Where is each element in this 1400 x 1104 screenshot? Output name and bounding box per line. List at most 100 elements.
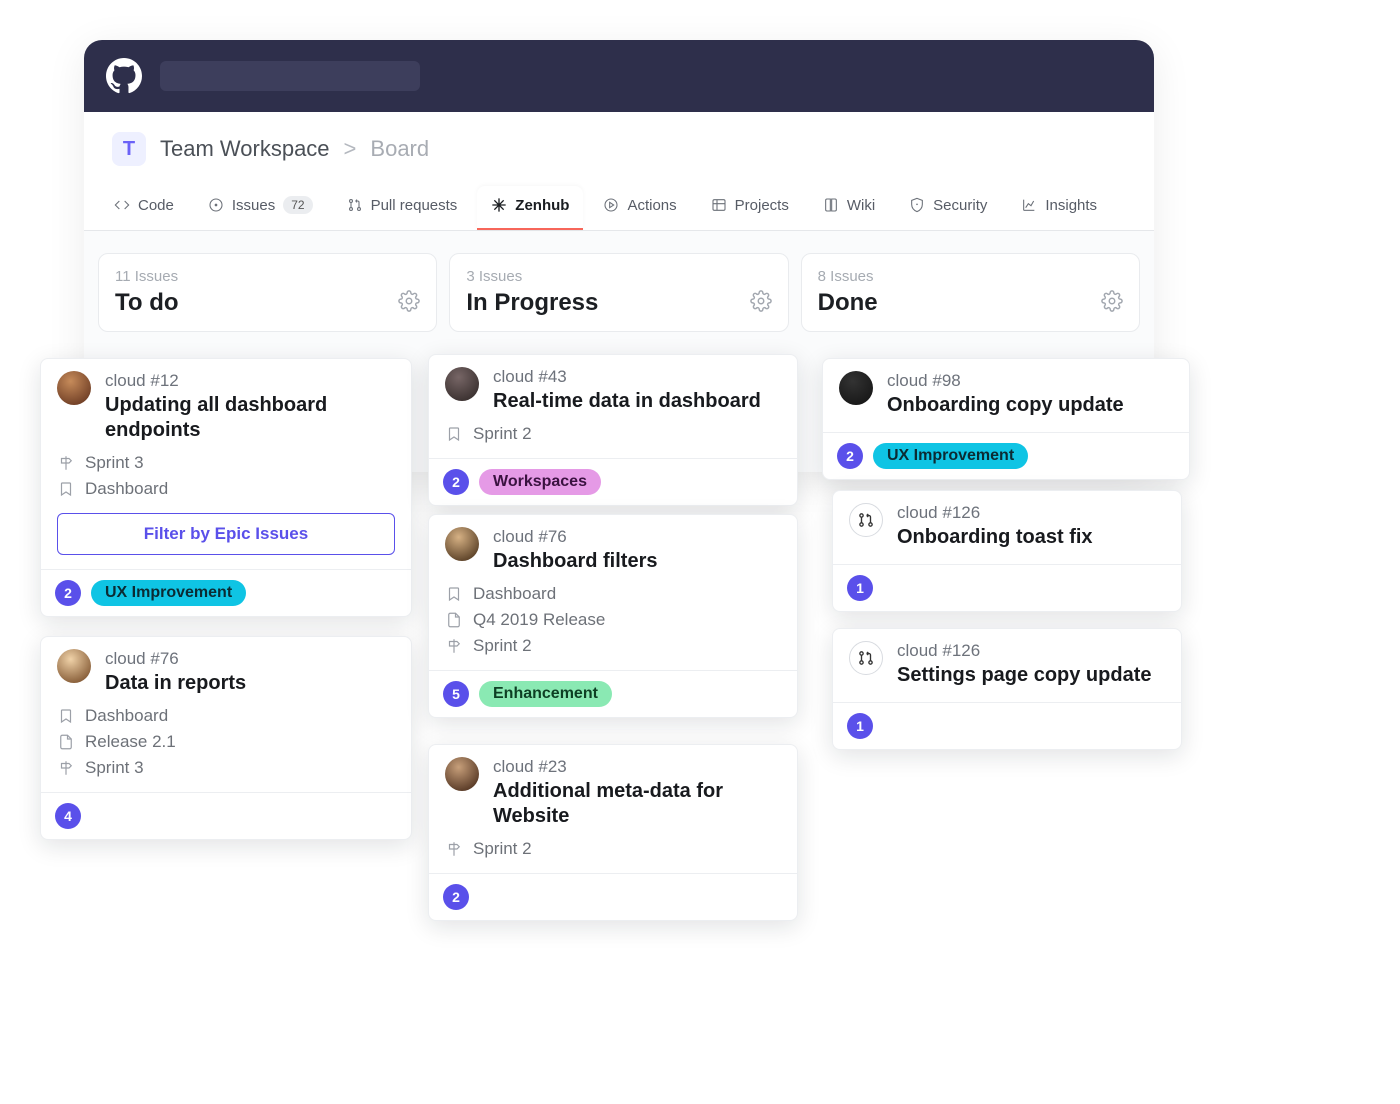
estimate-badge: 1 bbox=[847, 713, 873, 739]
estimate-badge: 2 bbox=[443, 469, 469, 495]
file-icon bbox=[445, 611, 463, 629]
avatar[interactable] bbox=[57, 649, 91, 683]
gear-icon bbox=[750, 290, 772, 312]
avatar[interactable] bbox=[445, 757, 479, 791]
github-logo-icon[interactable] bbox=[106, 58, 142, 94]
pipeline-settings-button[interactable] bbox=[750, 290, 772, 317]
code-icon bbox=[114, 197, 130, 213]
pipeline-in-progress[interactable]: 3 Issues In Progress bbox=[449, 253, 788, 332]
graph-icon bbox=[1021, 197, 1037, 213]
issue-title: Onboarding copy update bbox=[887, 393, 1124, 418]
issue-label[interactable]: Enhancement bbox=[479, 681, 612, 707]
github-topbar bbox=[84, 40, 1154, 112]
issue-card[interactable]: cloud #126 Settings page copy update 1 bbox=[832, 628, 1182, 750]
bookmark-icon bbox=[445, 425, 463, 443]
pipeline-count: 3 Issues bbox=[466, 268, 771, 285]
issue-title: Data in reports bbox=[105, 671, 246, 696]
issue-reference: cloud #12 bbox=[105, 371, 395, 391]
zenhub-icon bbox=[491, 197, 507, 213]
issues-count: 72 bbox=[283, 196, 312, 214]
release-tag: Release 2.1 bbox=[57, 732, 395, 752]
bookmark-icon bbox=[57, 480, 75, 498]
epic-tag: Dashboard bbox=[445, 584, 781, 604]
pipeline-todo[interactable]: 11 Issues To do bbox=[98, 253, 437, 332]
pipeline-done[interactable]: 8 Issues Done bbox=[801, 253, 1140, 332]
pipeline-settings-button[interactable] bbox=[398, 290, 420, 317]
issue-card[interactable]: cloud #23 Additional meta-data for Websi… bbox=[428, 744, 798, 921]
issue-card[interactable]: cloud #12 Updating all dashboard endpoin… bbox=[40, 358, 412, 617]
avatar[interactable] bbox=[57, 371, 91, 405]
repo-tabs: Code Issues72 Pull requests Zenhub Actio… bbox=[84, 174, 1154, 231]
issue-label[interactable]: UX Improvement bbox=[873, 443, 1028, 469]
tab-zenhub[interactable]: Zenhub bbox=[477, 186, 583, 230]
pipeline-title: In Progress bbox=[466, 289, 598, 317]
issue-icon bbox=[208, 197, 224, 213]
sprint-tag: Sprint 2 bbox=[445, 424, 781, 444]
bookmark-icon bbox=[445, 585, 463, 603]
pull-request-icon bbox=[857, 649, 875, 667]
issue-card[interactable]: cloud #76 Dashboard filters Dashboard Q4… bbox=[428, 514, 798, 718]
estimate-badge: 5 bbox=[443, 681, 469, 707]
estimate-badge: 4 bbox=[55, 803, 81, 829]
signpost-icon bbox=[445, 840, 463, 858]
epic-tag: Dashboard bbox=[57, 706, 395, 726]
bookmark-icon bbox=[57, 707, 75, 725]
avatar[interactable] bbox=[445, 367, 479, 401]
sprint-tag: Sprint 3 bbox=[57, 758, 395, 778]
tab-pull-requests[interactable]: Pull requests bbox=[333, 186, 472, 230]
pipeline-count: 8 Issues bbox=[818, 268, 1123, 285]
sprint-tag: Sprint 3 bbox=[57, 453, 395, 473]
issue-card[interactable]: cloud #126 Onboarding toast fix 1 bbox=[832, 490, 1182, 612]
tab-insights[interactable]: Insights bbox=[1007, 186, 1111, 230]
issue-reference: cloud #43 bbox=[493, 367, 761, 387]
tab-wiki[interactable]: Wiki bbox=[809, 186, 889, 230]
issue-reference: cloud #23 bbox=[493, 757, 781, 777]
shield-icon bbox=[909, 197, 925, 213]
tab-code[interactable]: Code bbox=[100, 186, 188, 230]
wiki-icon bbox=[823, 197, 839, 213]
issue-label[interactable]: UX Improvement bbox=[91, 580, 246, 606]
pull-request-avatar[interactable] bbox=[849, 503, 883, 537]
tab-issues[interactable]: Issues72 bbox=[194, 186, 327, 230]
avatar[interactable] bbox=[839, 371, 873, 405]
pull-request-avatar[interactable] bbox=[849, 641, 883, 675]
tab-security[interactable]: Security bbox=[895, 186, 1001, 230]
breadcrumb: T Team Workspace > Board bbox=[84, 112, 1154, 174]
issue-reference: cloud #76 bbox=[105, 649, 246, 669]
issue-title: Real-time data in dashboard bbox=[493, 389, 761, 414]
epic-tag: Dashboard bbox=[57, 479, 395, 499]
breadcrumb-current: Board bbox=[370, 136, 429, 162]
workspace-badge[interactable]: T bbox=[112, 132, 146, 166]
estimate-badge: 2 bbox=[55, 580, 81, 606]
issue-title: Settings page copy update bbox=[897, 663, 1151, 688]
issue-card[interactable]: cloud #98 Onboarding copy update 2 UX Im… bbox=[822, 358, 1190, 480]
pull-request-icon bbox=[857, 511, 875, 529]
tab-actions[interactable]: Actions bbox=[589, 186, 690, 230]
file-icon bbox=[57, 733, 75, 751]
avatar[interactable] bbox=[445, 527, 479, 561]
pull-request-icon bbox=[347, 197, 363, 213]
estimate-badge: 2 bbox=[837, 443, 863, 469]
issue-title: Additional meta-data for Website bbox=[493, 779, 781, 829]
issue-title: Dashboard filters bbox=[493, 549, 657, 574]
pipeline-settings-button[interactable] bbox=[1101, 290, 1123, 317]
issue-title: Onboarding toast fix bbox=[897, 525, 1093, 550]
tab-projects[interactable]: Projects bbox=[697, 186, 803, 230]
breadcrumb-workspace[interactable]: Team Workspace bbox=[160, 136, 330, 162]
issue-card[interactable]: cloud #76 Data in reports Dashboard Rele… bbox=[40, 636, 412, 840]
issue-label[interactable]: Workspaces bbox=[479, 469, 601, 495]
filter-by-epic-button[interactable]: Filter by Epic Issues bbox=[57, 513, 395, 555]
issue-title: Updating all dashboard endpoints bbox=[105, 393, 395, 443]
gear-icon bbox=[398, 290, 420, 312]
issue-reference: cloud #126 bbox=[897, 641, 1151, 661]
pipeline-title: To do bbox=[115, 289, 179, 317]
issue-reference: cloud #98 bbox=[887, 371, 1124, 391]
actions-icon bbox=[603, 197, 619, 213]
release-tag: Q4 2019 Release bbox=[445, 610, 781, 630]
signpost-icon bbox=[445, 637, 463, 655]
search-input[interactable] bbox=[160, 61, 420, 91]
issue-card[interactable]: cloud #43 Real-time data in dashboard Sp… bbox=[428, 354, 798, 506]
estimate-badge: 1 bbox=[847, 575, 873, 601]
signpost-icon bbox=[57, 759, 75, 777]
pipeline-title: Done bbox=[818, 289, 878, 317]
